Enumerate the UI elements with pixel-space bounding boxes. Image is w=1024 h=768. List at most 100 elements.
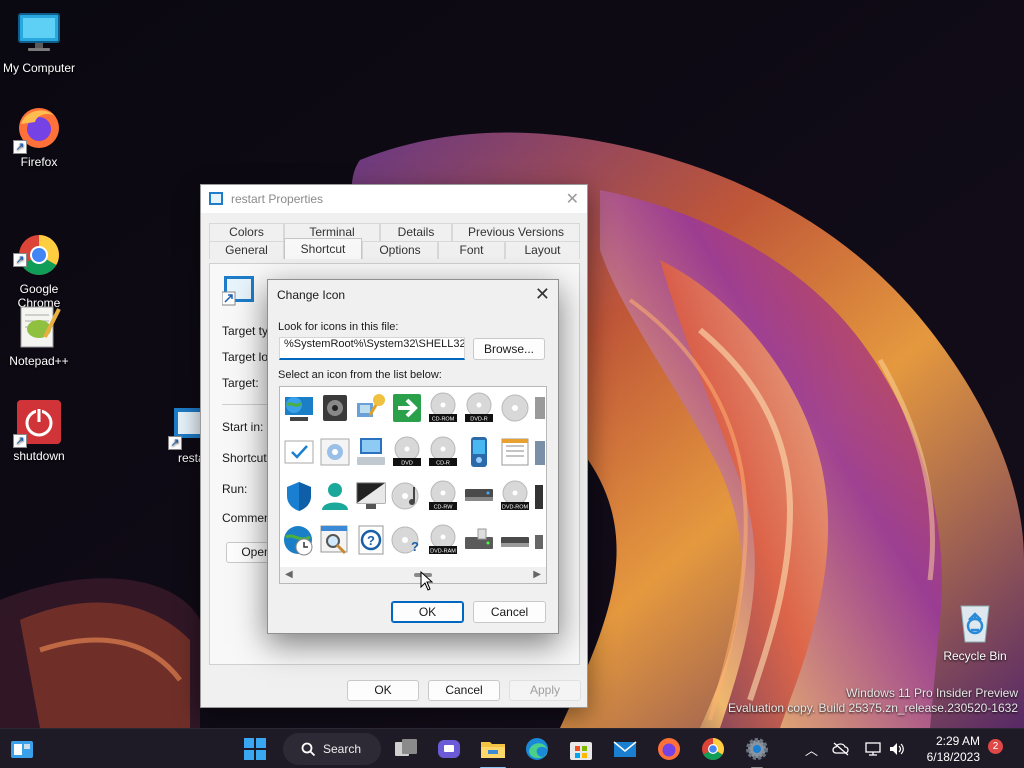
properties-titlebar[interactable]: restart Properties ✕ (201, 185, 587, 213)
browse-button[interactable]: Browse... (473, 338, 545, 360)
dvd-drive-icon[interactable]: DVD (390, 435, 424, 469)
blank-disc-icon[interactable] (498, 391, 532, 425)
partial-icon[interactable] (532, 479, 546, 513)
volume-icon[interactable] (888, 741, 906, 757)
music-disc-icon[interactable] (390, 479, 424, 513)
hard-drive-icon[interactable] (462, 523, 496, 557)
recycle-bin-icon (951, 598, 999, 646)
firefox-icon[interactable] (655, 735, 683, 763)
display-icon[interactable] (354, 479, 388, 513)
partial-icon[interactable] (532, 523, 546, 557)
tab-shortcut[interactable]: Shortcut (284, 238, 362, 259)
user-icon[interactable] (318, 479, 352, 513)
tab-font[interactable]: Font (438, 241, 505, 259)
close-button[interactable]: ✕ (566, 189, 579, 209)
partial-icon[interactable] (532, 391, 546, 425)
look-for-icons-label: Look for icons in this file: (278, 321, 399, 333)
file-explorer-icon[interactable] (479, 735, 507, 763)
mail-icon[interactable] (611, 735, 639, 763)
computer-keyboard-icon[interactable] (354, 435, 388, 469)
disc-label: DVD-RAM (430, 549, 456, 555)
shortcut-app-icon (209, 192, 223, 205)
cancel-button[interactable]: Cancel (473, 601, 546, 623)
cloud-offline-icon[interactable] (832, 741, 850, 757)
desktop-icon-label: shutdown (13, 449, 65, 463)
desktop-icon-recycle-bin[interactable]: Recycle Bin (936, 598, 1014, 663)
tab-row-lower: General Shortcut Options Font Layout (209, 238, 580, 259)
shortcut-arrow-icon: ↗ (13, 434, 27, 448)
teams-chat-icon[interactable] (435, 735, 463, 763)
icon-file-path-input[interactable]: %SystemRoot%\System32\SHELL32 (279, 337, 465, 360)
removable-drive-icon[interactable] (498, 523, 532, 557)
partial-icon[interactable] (532, 435, 546, 469)
search-icon (301, 742, 316, 757)
edge-icon[interactable] (523, 735, 551, 763)
desktop-icon-my-computer[interactable]: My Computer (0, 10, 78, 75)
globe-monitor-icon[interactable] (282, 391, 316, 425)
scroll-left-icon[interactable]: ◀ (285, 569, 293, 580)
clock-date: 6/18/2023 (926, 750, 980, 764)
target-label: Target: (222, 376, 259, 390)
dvd-ram-drive-icon[interactable]: DVD-RAM (426, 523, 460, 557)
dvd-r-drive-icon[interactable]: DVD-R (462, 391, 496, 425)
shield-icon[interactable] (282, 479, 316, 513)
icon-list[interactable]: CD-ROM DVD-R DVD CD-R CD-RW DVD-ROM ? ? … (279, 386, 547, 584)
cd-rw-drive-icon[interactable]: CD-RW (426, 479, 460, 513)
desktop-icon-label: Firefox (20, 155, 58, 169)
ok-button[interactable]: OK (347, 680, 419, 701)
green-arrow-icon[interactable] (390, 391, 424, 425)
key-user-icon[interactable] (354, 391, 388, 425)
tab-general[interactable]: General (209, 241, 284, 259)
search-box[interactable]: Search (283, 733, 381, 765)
globe-clock-icon[interactable] (282, 523, 316, 557)
desktop-icon-firefox[interactable]: ↗ Firefox (0, 104, 78, 169)
chevron-up-icon[interactable]: ︿ (805, 740, 818, 759)
drive-icon[interactable] (462, 479, 496, 513)
tab-details[interactable]: Details (380, 223, 452, 241)
cd-r-drive-icon[interactable]: CD-R (426, 435, 460, 469)
desktop-icon-label: Recycle Bin (943, 649, 1007, 663)
notification-badge[interactable]: 2 (988, 739, 1003, 754)
unknown-disc-icon[interactable]: ? (390, 523, 424, 557)
tab-layout[interactable]: Layout (505, 241, 580, 259)
change-icon-titlebar[interactable]: Change Icon ✕ (268, 280, 558, 310)
close-button[interactable]: ✕ (535, 284, 550, 305)
speaker-icon[interactable] (318, 391, 352, 425)
clock-time: 2:29 AM (935, 734, 980, 748)
desktop-icon-restart[interactable]: ↗ resta (160, 406, 208, 465)
tab-colors[interactable]: Colors (209, 223, 284, 241)
horizontal-scrollbar[interactable]: ◀ ▶ (280, 567, 546, 583)
shortcut-preview-icon (222, 276, 254, 306)
help-icon[interactable]: ? (354, 523, 388, 557)
start-icon[interactable] (241, 735, 269, 763)
divider (222, 404, 272, 405)
network-icon[interactable] (864, 741, 882, 757)
microsoft-store-icon[interactable] (567, 735, 595, 763)
chrome-icon[interactable] (699, 735, 727, 763)
desktop-icon-notepadpp[interactable]: Notepad++ (0, 303, 78, 368)
task-view-icon[interactable] (392, 735, 420, 763)
scroll-right-icon[interactable]: ▶ (533, 569, 541, 580)
dvd-rom-drive-icon[interactable]: DVD-ROM (498, 479, 532, 513)
clock[interactable]: 2:29 AM 6/18/2023 (910, 733, 980, 765)
shortcut-arrow-icon: ↗ (13, 253, 27, 267)
cancel-button[interactable]: Cancel (428, 680, 500, 701)
apply-button[interactable]: Apply (509, 680, 581, 701)
settings-gear-icon[interactable] (743, 735, 771, 763)
network-settings-icon[interactable] (318, 435, 352, 469)
icon-file-path-value: %SystemRoot%\System32\SHELL32 (284, 338, 465, 350)
desktop-icon-shutdown[interactable]: ↗ shutdown (0, 398, 78, 463)
checkbox-icon[interactable] (282, 435, 316, 469)
disc-label: DVD-ROM (502, 505, 529, 511)
tab-options[interactable]: Options (362, 241, 438, 259)
watermark-line-2: Evaluation copy. Build 25375.zn_release.… (728, 701, 1018, 715)
desktop-icon-label: My Computer (2, 61, 76, 75)
ok-button[interactable]: OK (391, 601, 464, 623)
document-list-icon[interactable] (498, 435, 532, 469)
widgets-icon[interactable] (8, 735, 36, 763)
tab-previous-versions[interactable]: Previous Versions (452, 223, 580, 241)
notepadpp-icon (15, 303, 63, 351)
cd-rom-drive-icon[interactable]: CD-ROM (426, 391, 460, 425)
search-document-icon[interactable] (318, 523, 352, 557)
media-player-icon[interactable] (462, 435, 496, 469)
